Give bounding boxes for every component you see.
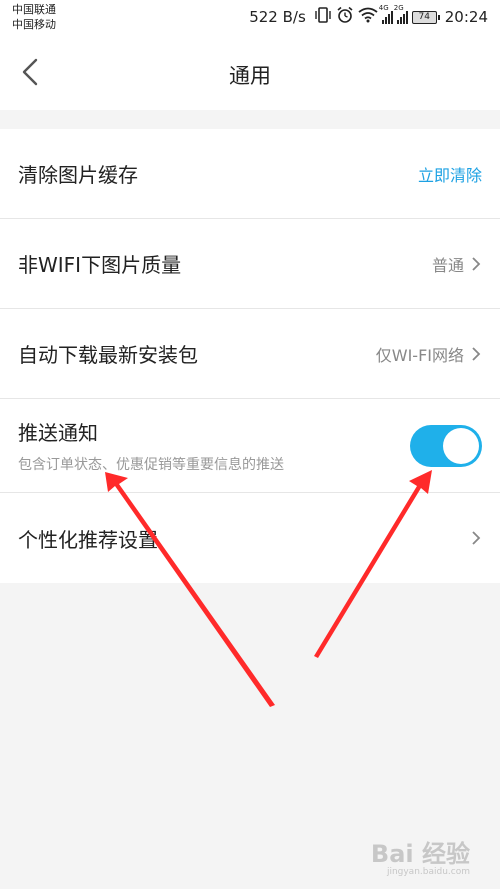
watermark: Bai 经验 jingyan.baidu.com	[371, 834, 470, 877]
image-quality-label: 非WIFI下图片质量	[18, 253, 182, 277]
battery-icon: 74	[411, 10, 440, 24]
chevron-right-icon	[472, 346, 481, 361]
carrier-2: 中国移动	[12, 18, 56, 31]
alarm-icon	[336, 6, 354, 28]
push-notification-toggle[interactable]	[410, 424, 482, 467]
clear-cache-label: 清除图片缓存	[18, 163, 138, 187]
clock: 20:24	[444, 8, 488, 26]
wifi-icon	[358, 7, 378, 27]
vibrate-icon	[314, 7, 332, 27]
signal-icon-1: 4G	[379, 4, 393, 24]
image-quality-row[interactable]: 非WIFI下图片质量 普通	[0, 219, 500, 309]
chevron-right-icon	[472, 531, 481, 545]
network-speed: 522 B/s	[249, 8, 306, 26]
carrier-1: 中国联通	[12, 3, 56, 16]
signal-icon-2: 2G	[394, 4, 408, 24]
auto-download-label: 自动下载最新安装包	[18, 343, 198, 367]
watermark-url: jingyan.baidu.com	[386, 867, 470, 877]
carrier-info: 中国联通 中国移动	[12, 2, 56, 32]
status-icons: 522 B/s 4G 2G 74 20:24	[249, 4, 488, 28]
page-title: 通用	[229, 64, 271, 88]
watermark-brand: Bai 经验	[370, 840, 470, 868]
auto-download-row[interactable]: 自动下载最新安装包 仅WI-FI网络	[0, 309, 500, 399]
status-bar: 中国联通 中国移动 522 B/s 4G 2G 74 20:24	[0, 0, 500, 36]
chevron-right-icon	[472, 256, 481, 271]
toggle-knob	[443, 427, 479, 464]
push-notification-description: 包含订单状态、优惠促销等重要信息的推送	[18, 457, 284, 473]
image-quality-value: 普通	[431, 255, 464, 275]
auto-download-value: 仅WI-FI网络	[375, 345, 464, 365]
settings-list: 清除图片缓存 立即清除 非WIFI下图片质量 普通 自动下载最新安装包 仅WI-…	[0, 129, 500, 583]
clear-cache-row: 清除图片缓存 立即清除	[0, 129, 500, 219]
navigation-bar: 通用	[0, 36, 500, 110]
personalized-row[interactable]: 个性化推荐设置	[0, 493, 500, 583]
push-notification-label: 推送通知	[18, 421, 98, 445]
clear-now-button[interactable]: 立即清除	[418, 162, 482, 186]
push-notification-row: 推送通知 包含订单状态、优惠促销等重要信息的推送	[0, 399, 500, 493]
personalized-label: 个性化推荐设置	[18, 527, 158, 552]
